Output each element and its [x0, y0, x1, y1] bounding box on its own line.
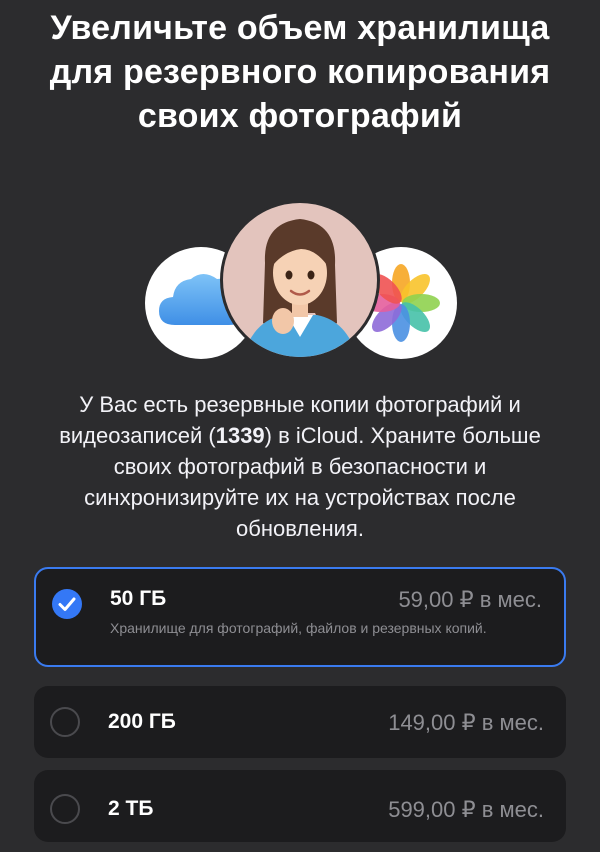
plan-note: Хранилище для фотографий, файлов и резер…	[110, 620, 487, 636]
radio-button[interactable]	[50, 794, 80, 824]
backup-description: У Вас есть резервные копии фотографий и …	[30, 389, 570, 544]
plan-size: 2 ТБ	[108, 797, 154, 820]
radio-button[interactable]	[50, 707, 80, 737]
memoji-avatar	[220, 200, 380, 360]
checkmark-icon	[52, 589, 82, 619]
plan-option-2tb[interactable]: 2 ТБ 599,00 ₽ в мес.	[34, 770, 566, 842]
hero-illustration	[0, 200, 600, 370]
backup-count: 1339	[215, 423, 265, 448]
plan-option-200gb[interactable]: 200 ГБ 149,00 ₽ в мес.	[34, 686, 566, 758]
plan-option-50gb[interactable]: 50 ГБ 59,00 ₽ в мес. Хранилище для фотог…	[34, 567, 566, 667]
plan-size: 200 ГБ	[108, 710, 176, 733]
plan-size: 50 ГБ	[110, 587, 167, 610]
plan-price: 59,00 ₽ в мес.	[398, 587, 542, 612]
plan-price: 599,00 ₽ в мес.	[388, 797, 544, 822]
plan-price: 149,00 ₽ в мес.	[388, 710, 544, 735]
page-title: Увеличьте объем хранилища для резервного…	[49, 9, 551, 135]
